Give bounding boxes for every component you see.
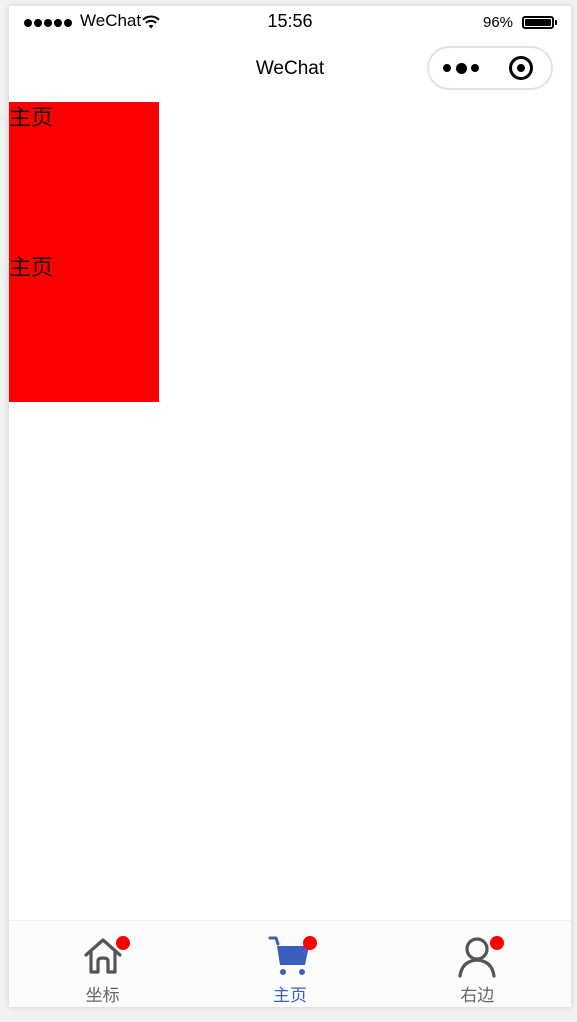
phone-screen: WeChat 15:56 96% WeChat 主页 主页 坐标 主页 右边 (9, 6, 571, 1007)
capsule-menu (427, 46, 553, 90)
tab-coordinates[interactable]: 坐标 (9, 921, 196, 1007)
tab-home[interactable]: 主页 (196, 921, 383, 1007)
notification-badge (115, 936, 130, 950)
more-dots-icon[interactable] (443, 61, 479, 75)
status-bar: WeChat 15:56 96% (9, 6, 571, 40)
battery-icon (522, 16, 557, 29)
home-icon (81, 934, 130, 978)
navigation-bar: WeChat (9, 40, 571, 102)
user-icon (455, 934, 505, 978)
cart-icon (268, 934, 317, 978)
tab-label: 主页 (272, 986, 307, 1006)
battery-percent: 96% (483, 14, 514, 31)
notification-badge (490, 936, 505, 950)
target-circle-icon[interactable] (509, 56, 533, 80)
list-item: 主页 (9, 256, 54, 281)
tab-right[interactable]: 右边 (384, 921, 571, 1007)
tab-bar: 坐标 主页 右边 (9, 920, 571, 1007)
tab-label: 坐标 (85, 986, 120, 1006)
red-block: 主页 主页 (9, 102, 159, 402)
notification-badge (302, 936, 317, 950)
page-content: 主页 主页 (9, 102, 571, 920)
tab-label: 右边 (460, 986, 495, 1006)
list-item: 主页 (9, 106, 54, 131)
